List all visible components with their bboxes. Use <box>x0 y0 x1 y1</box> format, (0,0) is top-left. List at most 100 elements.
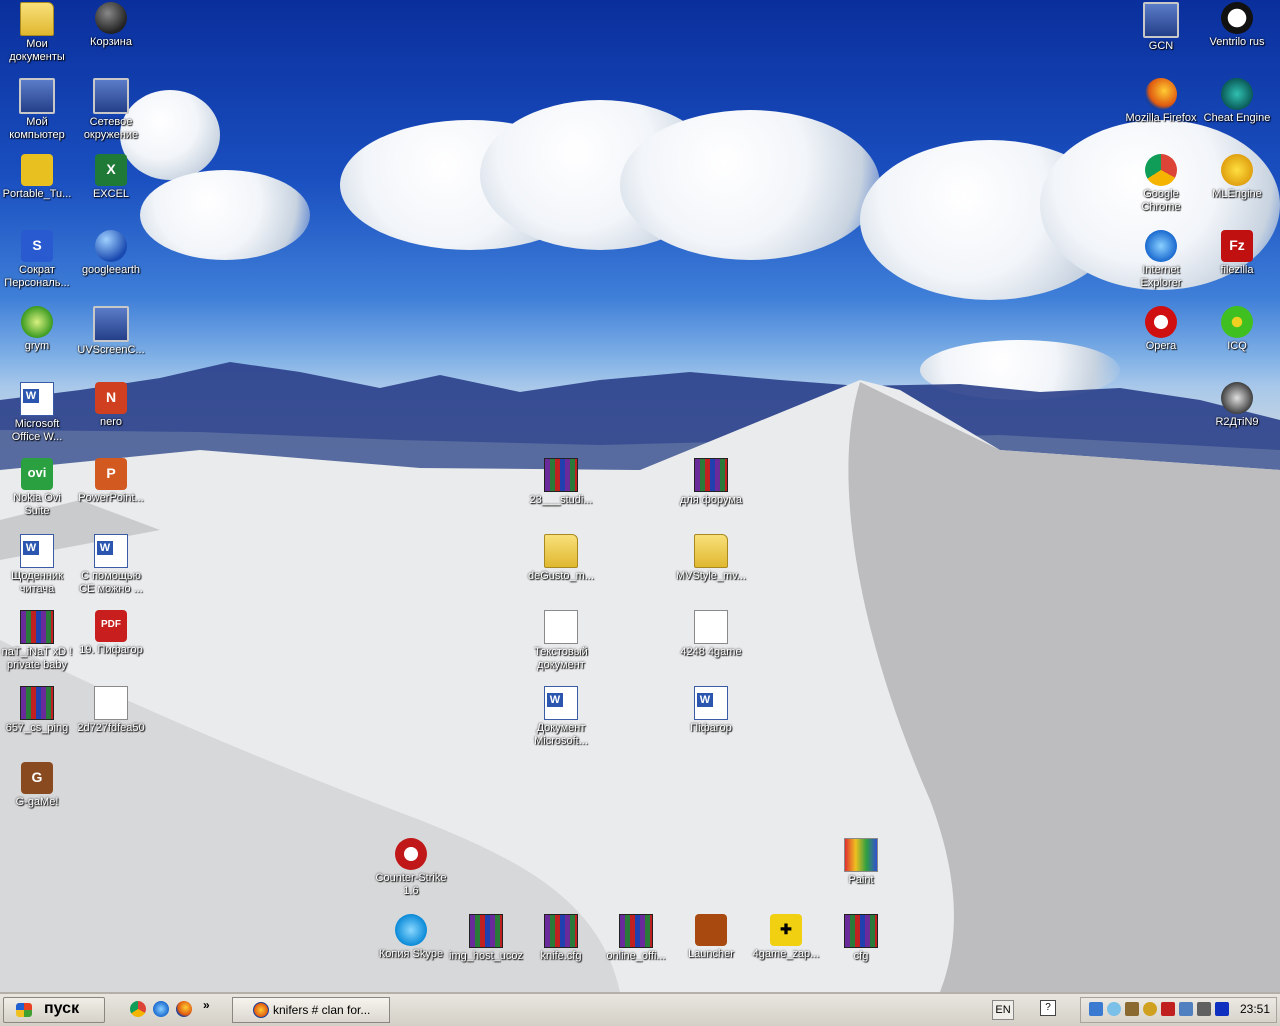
desktop-icon-icq[interactable]: ICQ <box>1200 306 1274 353</box>
desktop-icon-opera[interactable]: Opera <box>1124 306 1198 353</box>
desktop-icon-g-game[interactable]: G G-gaMe! <box>0 762 74 809</box>
desktop-icon-mlengine[interactable]: MLEngine <box>1200 154 1274 201</box>
desktop-icon-4game-zap[interactable]: ✚ 4game_zap... <box>749 914 823 961</box>
desktop-icon-googleearth[interactable]: googleearth <box>74 230 148 277</box>
desktop-icon-ms-doc[interactable]: Документ Microsoft... <box>524 686 598 748</box>
chrome-quicklaunch-icon[interactable] <box>130 1001 146 1017</box>
icon-label: MLEngine <box>1212 188 1262 200</box>
icon-label: Піфагор <box>690 722 732 734</box>
desktop-icon-degusto-folder[interactable]: deGusto_m... <box>524 534 598 583</box>
counter-strike-icon <box>395 838 427 870</box>
icon-label: 4game_zap... <box>752 948 820 960</box>
taskbar-button-firefox[interactable]: knifers # clan for... <box>232 997 390 1023</box>
desktop-icon-nero[interactable]: N nero <box>74 382 148 429</box>
firefox-quicklaunch-icon[interactable] <box>176 1001 192 1017</box>
text-file-icon <box>694 610 728 644</box>
ie-quicklaunch-icon[interactable] <box>153 1001 169 1017</box>
desktop-icon-recycle-bin[interactable]: Корзина <box>74 2 148 49</box>
icon-label: Paint <box>848 874 874 886</box>
desktop-icon-msword[interactable]: Microsoft Office W... <box>0 382 74 444</box>
desktop-icon-ce-doc[interactable]: С помощью CE можно ... <box>74 534 148 596</box>
word-doc-icon <box>544 686 578 720</box>
grym-icon <box>21 306 53 338</box>
desktop-icon-launcher[interactable]: Launcher <box>674 914 748 961</box>
help-icon[interactable]: ? <box>1040 1000 1056 1016</box>
desktop: Мои документы Корзина Мой компьютер Сете… <box>0 0 1280 992</box>
clock[interactable]: 23:51 <box>1240 1002 1270 1016</box>
volume-tray-icon[interactable] <box>1197 1002 1211 1016</box>
desktop-icon-pifagor-doc[interactable]: Піфагор <box>674 686 748 735</box>
desktop-icon-paint[interactable]: Paint <box>824 838 898 887</box>
word-icon <box>20 382 54 416</box>
desktop-icon-portable-tu[interactable]: Portable_Tu... <box>0 154 74 201</box>
desktop-icon-gcn[interactable]: GCN <box>1124 2 1198 53</box>
desktop-icon-nat-inat[interactable]: naT_iNaT xD ! private baby <box>0 610 74 672</box>
paint-icon <box>844 838 878 872</box>
desktop-icon-firefox[interactable]: Mozilla Firefox <box>1124 78 1198 125</box>
security-tray-icon[interactable] <box>1161 1002 1175 1016</box>
skype-tray-icon[interactable] <box>1107 1002 1121 1016</box>
language-indicator[interactable]: EN <box>992 1000 1014 1020</box>
desktop-icon-image-file[interactable]: 2d727fdfea50 <box>74 686 148 735</box>
media-player-tray-icon[interactable] <box>1215 1002 1229 1016</box>
screen-capture-icon <box>93 306 129 342</box>
image-file-icon <box>94 686 128 720</box>
icon-label: Мои документы <box>9 38 65 63</box>
desktop-icon-dlya-foruma[interactable]: для форума <box>674 458 748 507</box>
desktop-icon-sokrat[interactable]: S Сократ Персональ... <box>0 230 74 290</box>
firefox-icon <box>1145 78 1177 110</box>
folder-icon <box>694 534 728 568</box>
desktop-icon-skype[interactable]: Копия Skype <box>374 914 448 961</box>
icon-label: G-gaMe! <box>15 796 59 808</box>
desktop-icon-chrome[interactable]: Google Chrome <box>1124 154 1198 214</box>
icon-label: EXCEL <box>92 188 130 200</box>
icon-label: Корзина <box>90 36 132 48</box>
icon-label: Копия Skype <box>378 948 444 960</box>
desktop-icon-online-offi[interactable]: online_offi... <box>599 914 673 963</box>
desktop-icon-filezilla[interactable]: Fz filezilla <box>1200 230 1274 277</box>
pdf-icon: PDF <box>95 610 127 642</box>
icon-label: Google Chrome <box>1141 188 1181 213</box>
desktop-icon-grym[interactable]: grym <box>0 306 74 353</box>
desktop-icon-text-doc[interactable]: Текстовый документ <box>524 610 598 672</box>
taskbar: пуск » knifers # clan for... EN ? 23:51 <box>0 992 1280 1026</box>
rar-archive-icon <box>619 914 653 948</box>
quicklaunch-more-button[interactable]: » <box>203 998 210 1012</box>
desktop-icon-powerpoint[interactable]: P PowerPoint... <box>74 458 148 505</box>
user-tray-icon[interactable] <box>1143 1002 1157 1016</box>
desktop-icon-studi-rar[interactable]: 23___studi... <box>524 458 598 507</box>
desktop-icon-network[interactable]: Сетевое окружение <box>74 78 148 142</box>
desktop-icon-excel[interactable]: X EXCEL <box>74 154 148 201</box>
desktop-icon-img-host[interactable]: img_host_ucoz <box>449 914 523 963</box>
game-tray-icon[interactable] <box>1125 1002 1139 1016</box>
rar-archive-icon <box>20 610 54 644</box>
icon-label: Opera <box>1145 340 1177 352</box>
start-button[interactable]: пуск <box>3 997 105 1023</box>
desktop-icon-ie[interactable]: Internet Explorer <box>1124 230 1198 290</box>
desktop-icon-shchodennyk[interactable]: Щоденник читача <box>0 534 74 596</box>
network-tray-icon[interactable] <box>1089 1002 1103 1016</box>
icon-label: MVStyle_mv... <box>675 570 747 582</box>
desktop-icon-4game-txt[interactable]: 4248 4game <box>674 610 748 659</box>
desktop-icon-nokia-ovi[interactable]: ovi Nokia Ovi Suite <box>0 458 74 518</box>
4game-icon: ✚ <box>770 914 802 946</box>
rar-archive-icon <box>20 686 54 720</box>
icon-label: filezilla <box>1220 264 1254 276</box>
desktop-icon-r2[interactable]: R2ДтiN9 <box>1200 382 1274 429</box>
icon-label: Документ Microsoft... <box>534 722 588 747</box>
icon-label: Microsoft Office W... <box>11 418 63 443</box>
desktop-icon-cs-ping[interactable]: 657_cs_ping <box>0 686 74 735</box>
desktop-icon-cheat-engine[interactable]: Cheat Engine <box>1200 78 1274 125</box>
desktop-icon-counter-strike[interactable]: Counter-Strike 1.6 <box>374 838 448 898</box>
desktop-icon-cfg[interactable]: cfg <box>824 914 898 963</box>
desktop-icon-my-computer[interactable]: Мой компьютер <box>0 78 74 142</box>
icon-label: С помощью CE можно ... <box>79 570 143 595</box>
desktop-icon-my-documents[interactable]: Мои документы <box>0 2 74 64</box>
desktop-icon-mvstyle-folder[interactable]: MVStyle_mv... <box>674 534 748 583</box>
desktop-icon-knife-cfg[interactable]: knife.cfg <box>524 914 598 963</box>
desktop-icon-pifagor-pdf[interactable]: PDF 19. Пифагор <box>74 610 148 657</box>
desktop-icon-uvscreen[interactable]: UVScreenC... <box>74 306 148 357</box>
connection-tray-icon[interactable] <box>1179 1002 1193 1016</box>
word-doc-icon <box>20 534 54 568</box>
desktop-icon-ventrilo[interactable]: Ventrilo rus <box>1200 2 1274 49</box>
